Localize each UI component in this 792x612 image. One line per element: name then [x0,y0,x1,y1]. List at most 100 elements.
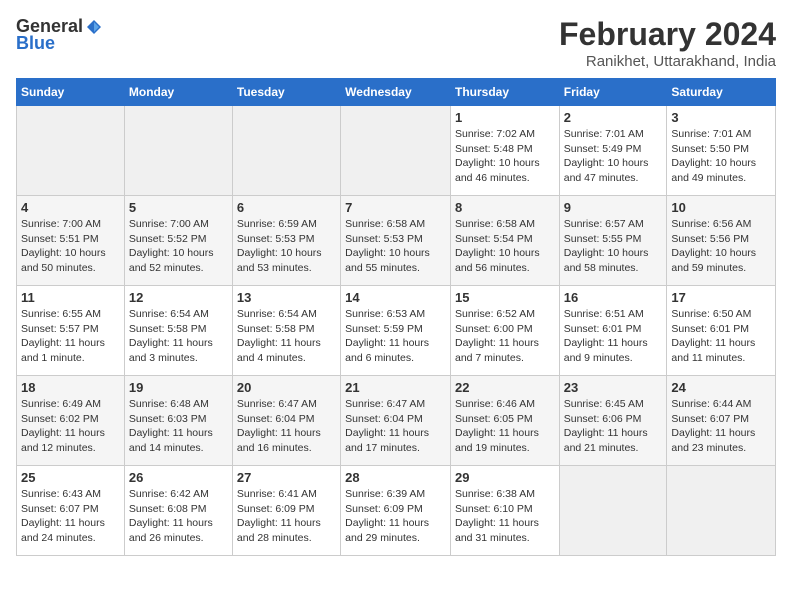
calendar-cell: 17 Sunrise: 6:50 AM Sunset: 6:01 PM Dayli… [667,286,776,376]
calendar-cell: 16 Sunrise: 6:51 AM Sunset: 6:01 PM Dayli… [559,286,667,376]
day-number: 16 [564,290,663,305]
calendar-cell: 24 Sunrise: 6:44 AM Sunset: 6:07 PM Dayli… [667,376,776,466]
day-info: Sunrise: 6:54 AM Sunset: 5:58 PM Dayligh… [129,307,228,366]
calendar-cell: 6 Sunrise: 6:59 AM Sunset: 5:53 PM Daylig… [232,196,340,286]
day-info: Sunrise: 6:38 AM Sunset: 6:10 PM Dayligh… [455,487,555,546]
day-info: Sunrise: 6:56 AM Sunset: 5:56 PM Dayligh… [671,217,771,276]
day-number: 11 [21,290,120,305]
day-info: Sunrise: 7:00 AM Sunset: 5:51 PM Dayligh… [21,217,120,276]
day-number: 28 [345,470,446,485]
day-info: Sunrise: 7:02 AM Sunset: 5:48 PM Dayligh… [455,127,555,186]
day-number: 25 [21,470,120,485]
calendar-cell: 14 Sunrise: 6:53 AM Sunset: 5:59 PM Dayli… [341,286,451,376]
day-info: Sunrise: 6:51 AM Sunset: 6:01 PM Dayligh… [564,307,663,366]
day-info: Sunrise: 6:48 AM Sunset: 6:03 PM Dayligh… [129,397,228,456]
day-info: Sunrise: 6:50 AM Sunset: 6:01 PM Dayligh… [671,307,771,366]
day-number: 18 [21,380,120,395]
day-number: 10 [671,200,771,215]
calendar-cell: 9 Sunrise: 6:57 AM Sunset: 5:55 PM Daylig… [559,196,667,286]
day-number: 7 [345,200,446,215]
calendar-cell: 29Sunrise: 6:38 AM Sunset: 6:10 PM Dayli… [450,466,559,556]
calendar-cell: 23 Sunrise: 6:45 AM Sunset: 6:06 PM Dayli… [559,376,667,466]
day-info: Sunrise: 6:47 AM Sunset: 6:04 PM Dayligh… [237,397,336,456]
day-number: 14 [345,290,446,305]
day-number: 23 [564,380,663,395]
calendar-cell: 2 Sunrise: 7:01 AM Sunset: 5:49 PM Daylig… [559,106,667,196]
day-number: 15 [455,290,555,305]
calendar-cell: 5 Sunrise: 7:00 AM Sunset: 5:52 PM Daylig… [124,196,232,286]
day-number: 8 [455,200,555,215]
calendar-cell [341,106,451,196]
day-info: Sunrise: 7:00 AM Sunset: 5:52 PM Dayligh… [129,217,228,276]
week-row-1: 1 Sunrise: 7:02 AM Sunset: 5:48 PM Daylig… [17,106,776,196]
title-area: February 2024 Ranikhet, Uttarakhand, Ind… [559,16,776,70]
day-number: 3 [671,110,771,125]
day-info: Sunrise: 6:42 AM Sunset: 6:08 PM Dayligh… [129,487,228,546]
day-number: 21 [345,380,446,395]
header-day-friday: Friday [559,79,667,106]
calendar-cell: 19 Sunrise: 6:48 AM Sunset: 6:03 PM Dayli… [124,376,232,466]
calendar-cell: 22 Sunrise: 6:46 AM Sunset: 6:05 PM Dayli… [450,376,559,466]
month-title: February 2024 [559,16,776,53]
location-title: Ranikhet, Uttarakhand, India [559,53,776,70]
calendar-cell: 12 Sunrise: 6:54 AM Sunset: 5:58 PM Dayli… [124,286,232,376]
day-number: 22 [455,380,555,395]
day-info: Sunrise: 6:44 AM Sunset: 6:07 PM Dayligh… [671,397,771,456]
header: General Blue February 2024 Ranikhet, Utt… [16,16,776,70]
calendar-cell [232,106,340,196]
calendar-cell: 4 Sunrise: 7:00 AM Sunset: 5:51 PM Daylig… [17,196,125,286]
logo-icon [85,18,103,36]
calendar-cell: 10 Sunrise: 6:56 AM Sunset: 5:56 PM Dayli… [667,196,776,286]
calendar-cell [17,106,125,196]
day-number: 19 [129,380,228,395]
calendar-cell: 20 Sunrise: 6:47 AM Sunset: 6:04 PM Dayli… [232,376,340,466]
day-number: 13 [237,290,336,305]
calendar-cell: 15 Sunrise: 6:52 AM Sunset: 6:00 PM Dayli… [450,286,559,376]
logo: General Blue [16,16,103,54]
header-day-wednesday: Wednesday [341,79,451,106]
day-info: Sunrise: 6:52 AM Sunset: 6:00 PM Dayligh… [455,307,555,366]
calendar-cell: 26 Sunrise: 6:42 AM Sunset: 6:08 PM Dayli… [124,466,232,556]
day-number: 5 [129,200,228,215]
day-info: Sunrise: 7:01 AM Sunset: 5:49 PM Dayligh… [564,127,663,186]
week-row-4: 18Sunrise: 6:49 AM Sunset: 6:02 PM Dayli… [17,376,776,466]
day-number: 17 [671,290,771,305]
calendar-cell [124,106,232,196]
day-number: 9 [564,200,663,215]
day-number: 2 [564,110,663,125]
day-number: 20 [237,380,336,395]
calendar-cell: 21 Sunrise: 6:47 AM Sunset: 6:04 PM Dayli… [341,376,451,466]
day-info: Sunrise: 6:59 AM Sunset: 5:53 PM Dayligh… [237,217,336,276]
day-number: 4 [21,200,120,215]
day-info: Sunrise: 6:47 AM Sunset: 6:04 PM Dayligh… [345,397,446,456]
day-info: Sunrise: 6:46 AM Sunset: 6:05 PM Dayligh… [455,397,555,456]
header-day-thursday: Thursday [450,79,559,106]
week-row-2: 4 Sunrise: 7:00 AM Sunset: 5:51 PM Daylig… [17,196,776,286]
calendar-cell: 1 Sunrise: 7:02 AM Sunset: 5:48 PM Daylig… [450,106,559,196]
header-row: SundayMondayTuesdayWednesdayThursdayFrid… [17,79,776,106]
day-info: Sunrise: 7:01 AM Sunset: 5:50 PM Dayligh… [671,127,771,186]
day-number: 6 [237,200,336,215]
day-info: Sunrise: 6:41 AM Sunset: 6:09 PM Dayligh… [237,487,336,546]
calendar-cell: 13 Sunrise: 6:54 AM Sunset: 5:58 PM Dayli… [232,286,340,376]
day-info: Sunrise: 6:58 AM Sunset: 5:53 PM Dayligh… [345,217,446,276]
calendar-table: SundayMondayTuesdayWednesdayThursdayFrid… [16,78,776,556]
day-info: Sunrise: 6:57 AM Sunset: 5:55 PM Dayligh… [564,217,663,276]
day-number: 24 [671,380,771,395]
day-number: 1 [455,110,555,125]
day-info: Sunrise: 6:53 AM Sunset: 5:59 PM Dayligh… [345,307,446,366]
header-day-sunday: Sunday [17,79,125,106]
calendar-cell: 28 Sunrise: 6:39 AM Sunset: 6:09 PM Dayli… [341,466,451,556]
calendar-cell: 11Sunrise: 6:55 AM Sunset: 5:57 PM Dayli… [17,286,125,376]
day-info: Sunrise: 6:39 AM Sunset: 6:09 PM Dayligh… [345,487,446,546]
day-info: Sunrise: 6:43 AM Sunset: 6:07 PM Dayligh… [21,487,120,546]
logo-blue: Blue [16,33,55,54]
header-day-saturday: Saturday [667,79,776,106]
day-info: Sunrise: 6:45 AM Sunset: 6:06 PM Dayligh… [564,397,663,456]
day-number: 12 [129,290,228,305]
calendar-cell: 27 Sunrise: 6:41 AM Sunset: 6:09 PM Dayli… [232,466,340,556]
day-info: Sunrise: 6:54 AM Sunset: 5:58 PM Dayligh… [237,307,336,366]
day-number: 27 [237,470,336,485]
calendar-cell [559,466,667,556]
day-number: 26 [129,470,228,485]
